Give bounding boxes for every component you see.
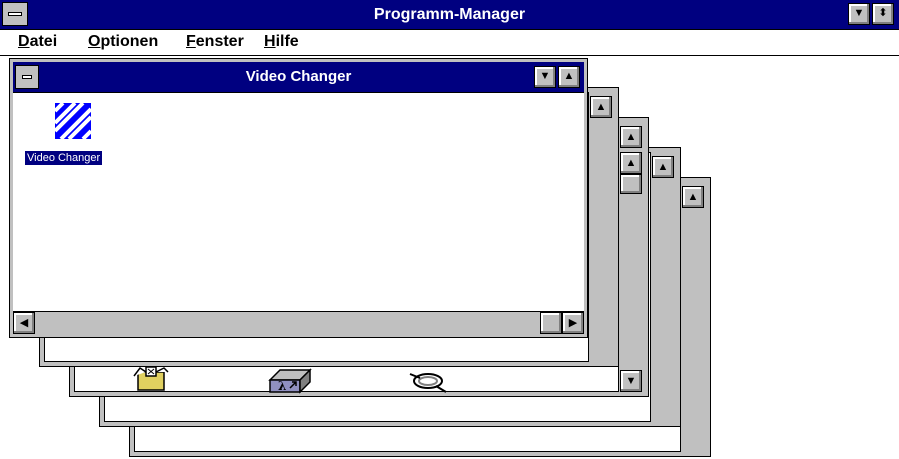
menu-datei-mnemonic: D — [18, 33, 30, 50]
video-changer-window[interactable]: Video Changer ▼ ▲ Video Changer ◀ ▶ — [9, 58, 588, 338]
hscroll-thumb[interactable] — [540, 312, 562, 334]
group-window-2-scroll-down[interactable]: ▼ — [620, 370, 642, 392]
menu-optionen-label: ptionen — [100, 33, 159, 50]
group-window-3-vscroll[interactable]: ▲ — [650, 152, 676, 422]
program-manager-titlebar: Programm-Manager ▼ ⬍ — [0, 0, 899, 30]
arrow-up-icon: ▲ — [657, 161, 669, 173]
group-window-4-vscroll[interactable]: ▲ — [680, 182, 706, 452]
menu-hilfe[interactable]: Hilfe — [264, 33, 299, 51]
restore-button[interactable]: ⬍ — [872, 3, 894, 25]
menu-hilfe-label: ilfe — [275, 33, 299, 50]
video-changer-icon[interactable] — [53, 101, 93, 141]
minimize-icon: ▼ — [539, 70, 551, 82]
minimize-icon: ▼ — [853, 7, 865, 19]
menu-datei[interactable]: Datei — [18, 33, 57, 51]
arrow-left-icon: ◀ — [19, 317, 29, 329]
menu-fenster-label: enster — [195, 33, 244, 50]
menu-fenster-mnemonic: F — [186, 33, 196, 50]
group-window-1-vscroll[interactable]: ▲ — [588, 92, 614, 362]
svg-text:λ: λ — [278, 379, 286, 393]
video-changer-icon-label[interactable]: Video Changer — [25, 151, 103, 165]
video-changer-minimize-button[interactable]: ▼ — [534, 66, 556, 88]
pif-editor-icon[interactable]: λ — [266, 368, 314, 394]
group-window-3-scroll-up[interactable]: ▲ — [652, 156, 674, 178]
maximize-icon: ▲ — [563, 70, 575, 82]
cable-icon[interactable] — [406, 368, 450, 394]
arrow-down-icon: ▼ — [625, 375, 637, 387]
arrow-up-icon: ▲ — [625, 131, 637, 143]
minimize-button[interactable]: ▼ — [848, 3, 870, 25]
menu-hilfe-mnemonic: H — [264, 33, 276, 50]
menu-optionen[interactable]: Optionen — [88, 33, 158, 51]
video-changer-hscroll[interactable]: ◀ ▶ — [13, 311, 584, 334]
group-window-4-scroll-up[interactable]: ▲ — [682, 186, 704, 208]
group-window-2-scroll-thumb[interactable] — [620, 174, 642, 194]
video-changer-maximize-button[interactable]: ▲ — [558, 66, 580, 88]
video-changer-client-area: Video Changer ◀ ▶ — [13, 92, 584, 334]
scroll-right-button[interactable]: ▶ — [562, 312, 584, 334]
menu-datei-label: atei — [29, 33, 58, 50]
menu-bar: Datei Optionen Fenster Hilfe — [0, 30, 899, 56]
scroll-left-button[interactable]: ◀ — [13, 312, 35, 334]
arrow-up-icon: ▲ — [595, 101, 607, 113]
menu-fenster[interactable]: Fenster — [186, 33, 244, 51]
group-window-1-scroll-up[interactable]: ▲ — [590, 96, 612, 118]
group-window-2-scroll-up-2[interactable]: ▲ — [620, 152, 642, 174]
video-changer-title: Video Changer — [245, 68, 352, 85]
group-window-2-scroll-up[interactable]: ▲ — [620, 126, 642, 148]
app-title: Programm-Manager — [373, 6, 526, 23]
arrow-up-icon: ▲ — [687, 191, 699, 203]
arrow-right-icon: ▶ — [568, 317, 578, 329]
video-changer-titlebar[interactable]: Video Changer ▼ ▲ — [13, 62, 584, 92]
restore-icon: ⬍ — [878, 7, 888, 19]
package-icon[interactable] — [132, 366, 172, 392]
arrow-up-icon: ▲ — [625, 157, 637, 169]
menu-optionen-mnemonic: O — [88, 33, 101, 50]
group-window-2-vscroll[interactable]: ▲ ▲ ▼ — [618, 122, 644, 392]
